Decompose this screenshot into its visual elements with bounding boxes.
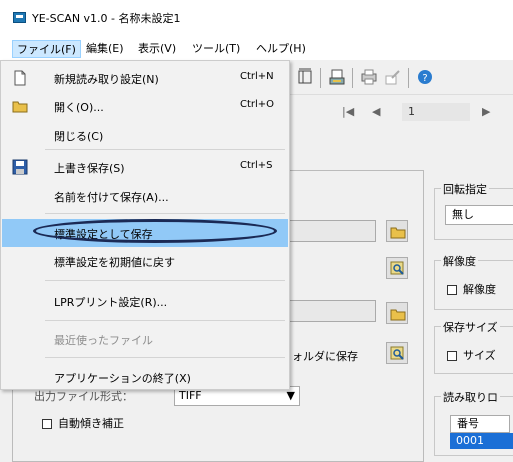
page-navigation: |◀ ◀ 1 ▶ bbox=[290, 95, 513, 129]
edit-wand-icon[interactable] bbox=[384, 68, 402, 86]
menu-separator bbox=[45, 320, 285, 321]
menu-view[interactable]: 表示(V) bbox=[134, 40, 180, 58]
first-page-button[interactable]: |◀ bbox=[342, 105, 354, 118]
resolution-group: 解像度 解像度 bbox=[434, 253, 513, 310]
save-disk-icon bbox=[12, 159, 28, 175]
svg-text:?: ? bbox=[422, 73, 427, 84]
menu-item-close[interactable]: 閉じる(C) bbox=[2, 121, 288, 149]
browse-folder-button[interactable] bbox=[386, 220, 408, 242]
menu-item-save[interactable]: 上書き保存(S) Ctrl+S bbox=[2, 153, 288, 181]
preview-button[interactable] bbox=[386, 257, 408, 279]
print-icon[interactable] bbox=[360, 68, 378, 86]
exit-label: アプリケーションの終了(X) bbox=[54, 372, 191, 385]
save-size-option[interactable]: サイズ bbox=[447, 347, 496, 363]
rotation-select[interactable]: 無し bbox=[445, 205, 513, 225]
input-path-field[interactable] bbox=[280, 220, 376, 242]
file-menu-dropdown: 新規読み取り設定(N) Ctrl+N 開く(O)... Ctrl+O 閉じる(C… bbox=[0, 60, 290, 390]
menu-help[interactable]: ヘルプ(H) bbox=[252, 40, 310, 58]
new-scan-label: 新規読み取り設定(N) bbox=[54, 73, 159, 86]
toolbar-separator bbox=[408, 68, 409, 88]
menu-item-exit[interactable]: アプリケーションの終了(X) bbox=[2, 363, 288, 391]
menu-item-save-as[interactable]: 名前を付けて保存(A)... bbox=[2, 182, 288, 210]
frame-icon[interactable] bbox=[296, 68, 314, 86]
save-size-group: 保存サイズ サイズ bbox=[434, 319, 513, 374]
menu-file[interactable]: ファイル(F) bbox=[12, 40, 81, 58]
menu-separator bbox=[45, 280, 285, 281]
menu-separator bbox=[45, 213, 285, 214]
menu-tools[interactable]: ツール(T) bbox=[188, 40, 244, 58]
magnify-icon bbox=[390, 261, 404, 275]
menu-item-open[interactable]: 開く(O)... Ctrl+O bbox=[2, 92, 288, 120]
app-icon bbox=[13, 12, 26, 23]
recent-files-label: 最近使ったファイル bbox=[54, 334, 153, 347]
folder-open-icon bbox=[390, 227, 406, 239]
read-order-label: 読み取りロ bbox=[441, 389, 500, 405]
new-scan-shortcut: Ctrl+N bbox=[240, 71, 274, 82]
resolution-option[interactable]: 解像度 bbox=[447, 281, 496, 297]
rotation-label: 回転指定 bbox=[441, 181, 489, 197]
folder-save-preview-button[interactable] bbox=[386, 342, 408, 364]
window-title: YE-SCAN v1.0 - 名称未設定1 bbox=[32, 12, 181, 25]
resolution-checkbox[interactable] bbox=[447, 285, 457, 295]
toolbar-separator bbox=[352, 68, 353, 88]
open-label: 開く(O)... bbox=[54, 101, 104, 114]
page-number-field[interactable]: 1 bbox=[402, 103, 470, 121]
auto-deskew-option[interactable]: 自動傾き補正 bbox=[42, 415, 124, 431]
next-page-button[interactable]: ▶ bbox=[482, 105, 490, 118]
folder-save-label: ォルダに保存 bbox=[292, 350, 358, 363]
resolution-label: 解像度 bbox=[441, 253, 478, 269]
menu-separator bbox=[45, 149, 285, 150]
browse-output-folder-button[interactable] bbox=[386, 302, 408, 324]
output-path-field[interactable] bbox=[280, 300, 376, 322]
reset-default-label: 標準設定を初期値に戻す bbox=[54, 256, 175, 269]
menu-item-recent-files[interactable]: 最近使ったファイル bbox=[2, 325, 288, 353]
resolution-checkbox-label: 解像度 bbox=[463, 283, 496, 296]
auto-deskew-label: 自動傾き補正 bbox=[58, 417, 124, 430]
menu-item-reset-default[interactable]: 標準設定を初期値に戻す bbox=[2, 247, 288, 275]
toolbar: ? bbox=[290, 60, 513, 95]
rotation-group: 回転指定 無し bbox=[434, 181, 513, 240]
new-document-icon bbox=[14, 70, 26, 86]
open-shortcut: Ctrl+O bbox=[240, 99, 275, 110]
menu-bar: ファイル(F) 編集(E) 表示(V) ツール(T) ヘルプ(H) bbox=[0, 36, 513, 60]
menu-edit[interactable]: 編集(E) bbox=[82, 40, 128, 58]
menu-separator bbox=[45, 357, 285, 358]
magnify-icon bbox=[390, 346, 404, 360]
lpr-settings-label: LPRプリント設定(R)... bbox=[54, 296, 168, 309]
folder-open-icon bbox=[390, 309, 406, 321]
menu-item-save-default[interactable]: 標準設定として保存 bbox=[2, 219, 288, 247]
menu-item-lpr-settings[interactable]: LPRプリント設定(R)... bbox=[2, 287, 288, 315]
scanner-icon[interactable] bbox=[328, 68, 346, 86]
save-size-label: 保存サイズ bbox=[441, 319, 500, 335]
auto-deskew-checkbox[interactable] bbox=[42, 419, 52, 429]
read-order-row[interactable]: 0001 bbox=[450, 433, 513, 449]
read-order-column-header[interactable]: 番号 bbox=[450, 415, 510, 433]
menu-item-new-scan[interactable]: 新規読み取り設定(N) Ctrl+N bbox=[2, 64, 288, 92]
save-size-checkbox[interactable] bbox=[447, 351, 457, 361]
save-label: 上書き保存(S) bbox=[54, 162, 125, 175]
folder-open-icon bbox=[12, 101, 28, 113]
title-bar: YE-SCAN v1.0 - 名称未設定1 bbox=[0, 0, 513, 36]
save-size-checkbox-label: サイズ bbox=[463, 349, 496, 362]
prev-page-button[interactable]: ◀ bbox=[372, 105, 380, 118]
save-default-label: 標準設定として保存 bbox=[54, 228, 153, 241]
toolbar-separator bbox=[320, 68, 321, 88]
save-as-label: 名前を付けて保存(A)... bbox=[54, 191, 169, 204]
close-label: 閉じる(C) bbox=[54, 130, 104, 143]
help-icon[interactable]: ? bbox=[416, 68, 434, 86]
save-shortcut: Ctrl+S bbox=[240, 160, 273, 171]
